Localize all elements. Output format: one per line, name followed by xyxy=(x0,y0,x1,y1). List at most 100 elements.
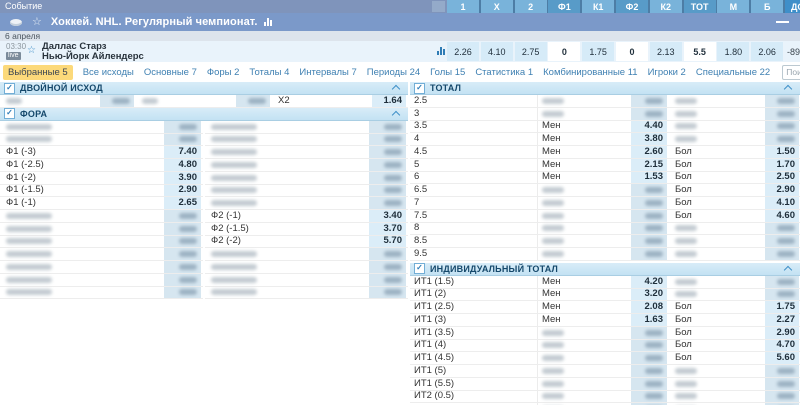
market-tab[interactable]: Голы 15 xyxy=(430,67,465,78)
odds-button[interactable]: 3.20 xyxy=(631,289,667,301)
blurred-odds[interactable] xyxy=(631,210,667,222)
blurred-odds[interactable] xyxy=(765,121,799,133)
blurred-odds[interactable] xyxy=(631,327,667,339)
blurred-odds[interactable] xyxy=(164,134,201,146)
odds-button[interactable]: 1.50 xyxy=(765,146,799,158)
match-odds-cell[interactable]: 2.26 xyxy=(447,42,479,61)
odds-button[interactable]: 5.70 xyxy=(369,236,406,248)
collapse-chevron-icon[interactable] xyxy=(392,85,400,93)
blurred-odds[interactable] xyxy=(765,248,799,260)
blurred-odds[interactable] xyxy=(631,365,667,377)
odds-button[interactable]: 2.65 xyxy=(164,197,201,209)
odds-button[interactable]: 2.50 xyxy=(765,172,799,184)
match-odds-cell[interactable]: 4.10 xyxy=(481,42,513,61)
odds-button[interactable]: 4.60 xyxy=(765,210,799,222)
stats-icon[interactable] xyxy=(437,47,446,55)
blurred-odds[interactable] xyxy=(164,287,201,299)
match-row[interactable]: 03:30 live ☆ Даллас Старз Нью-Йорк Айлен… xyxy=(0,41,800,62)
blurred-odds[interactable] xyxy=(100,95,134,107)
odds-button[interactable]: 2.27 xyxy=(765,314,799,326)
market-tab[interactable]: Тоталы 4 xyxy=(249,67,289,78)
odds-button[interactable]: 1.53 xyxy=(631,172,667,184)
odds-button[interactable]: 3.80 xyxy=(631,133,667,145)
blurred-odds[interactable] xyxy=(765,108,799,120)
blurred-odds[interactable] xyxy=(631,391,667,403)
odds-button[interactable]: 2.90 xyxy=(765,184,799,196)
blurred-odds[interactable] xyxy=(164,121,201,133)
match-odds-cell[interactable]: 2.13 xyxy=(650,42,682,61)
odds-button[interactable]: 3.70 xyxy=(369,223,406,235)
blurred-odds[interactable] xyxy=(164,261,201,273)
market-search[interactable] xyxy=(782,65,800,80)
match-odds-cell[interactable]: 0 xyxy=(548,42,580,61)
collapse-chevron-icon[interactable] xyxy=(784,266,792,274)
blurred-odds[interactable] xyxy=(369,197,406,209)
minimize-icon[interactable] xyxy=(776,21,789,23)
market-tab[interactable]: Выбранные 5 xyxy=(3,65,73,80)
sport-title[interactable]: Хоккей. NHL. Регулярный чемпионат. xyxy=(51,16,258,28)
odds-button[interactable]: 1.64 xyxy=(372,95,406,107)
section-checkbox[interactable]: ✓ xyxy=(4,83,15,94)
section-checkbox[interactable]: ✓ xyxy=(414,263,425,274)
match-odds-cell[interactable]: 5.5 xyxy=(684,42,716,61)
blurred-odds[interactable] xyxy=(631,340,667,352)
blurred-odds[interactable] xyxy=(369,248,406,260)
blurred-odds[interactable] xyxy=(369,185,406,197)
blurred-odds[interactable] xyxy=(164,210,201,222)
odds-button[interactable]: 4.20 xyxy=(631,276,667,288)
blurred-odds[interactable] xyxy=(236,95,270,107)
odds-button[interactable]: 1.75 xyxy=(765,301,799,313)
favorite-star-icon[interactable]: ☆ xyxy=(27,45,36,56)
blurred-odds[interactable] xyxy=(631,184,667,196)
blurred-odds[interactable] xyxy=(164,248,201,260)
blurred-odds[interactable] xyxy=(369,261,406,273)
odds-button[interactable]: 1.70 xyxy=(765,159,799,171)
blurred-odds[interactable] xyxy=(369,274,406,286)
blurred-odds[interactable] xyxy=(765,391,799,403)
odds-button[interactable]: 4.40 xyxy=(631,121,667,133)
stats-icon[interactable] xyxy=(264,18,273,26)
blurred-odds[interactable] xyxy=(369,172,406,184)
market-tab[interactable]: Основные 7 xyxy=(144,67,197,78)
blurred-odds[interactable] xyxy=(369,287,406,299)
team2-name[interactable]: Нью-Йорк Айлендерс xyxy=(42,52,144,62)
match-odds-cell[interactable]: 2.06 xyxy=(751,42,783,61)
market-tab[interactable]: Форы 2 xyxy=(207,67,240,78)
favorite-star-icon[interactable]: ☆ xyxy=(32,17,42,28)
odds-button[interactable]: 3.40 xyxy=(369,210,406,222)
market-tab[interactable]: Комбинированные 11 xyxy=(543,67,637,78)
blurred-odds[interactable] xyxy=(369,121,406,133)
market-tab[interactable]: Периоды 24 xyxy=(367,67,420,78)
blurred-odds[interactable] xyxy=(631,378,667,390)
team-names[interactable]: Даллас Старз Нью-Йорк Айлендерс xyxy=(42,42,144,62)
blurred-odds[interactable] xyxy=(765,235,799,247)
odds-button[interactable]: 5.60 xyxy=(765,352,799,364)
blurred-odds[interactable] xyxy=(765,365,799,377)
market-tab[interactable]: Игроки 2 xyxy=(648,67,686,78)
match-odds-cell[interactable]: 2.75 xyxy=(515,42,547,61)
match-odds-cell[interactable]: 0 xyxy=(616,42,648,61)
blurred-odds[interactable] xyxy=(765,223,799,235)
section-checkbox[interactable]: ✓ xyxy=(4,108,15,119)
match-odds-cell[interactable]: 1.75 xyxy=(582,42,614,61)
blurred-odds[interactable] xyxy=(765,289,799,301)
blurred-odds[interactable] xyxy=(765,133,799,145)
blurred-odds[interactable] xyxy=(369,159,406,171)
blurred-odds[interactable] xyxy=(164,274,201,286)
blurred-odds[interactable] xyxy=(369,146,406,158)
search-input[interactable] xyxy=(786,67,800,77)
odds-button[interactable]: 4.70 xyxy=(765,340,799,352)
blurred-odds[interactable] xyxy=(631,235,667,247)
market-tab[interactable]: Статистика 1 xyxy=(475,67,533,78)
blurred-odds[interactable] xyxy=(631,95,667,107)
blurred-odds[interactable] xyxy=(631,108,667,120)
blurred-odds[interactable] xyxy=(631,223,667,235)
blurred-odds[interactable] xyxy=(369,134,406,146)
collapse-chevron-icon[interactable] xyxy=(784,85,792,93)
blurred-odds[interactable] xyxy=(631,248,667,260)
blurred-odds[interactable] xyxy=(765,95,799,107)
blurred-odds[interactable] xyxy=(164,236,201,248)
collapse-chevron-icon[interactable] xyxy=(392,111,400,119)
market-tab[interactable]: Интервалы 7 xyxy=(299,67,356,78)
blurred-odds[interactable] xyxy=(765,378,799,390)
